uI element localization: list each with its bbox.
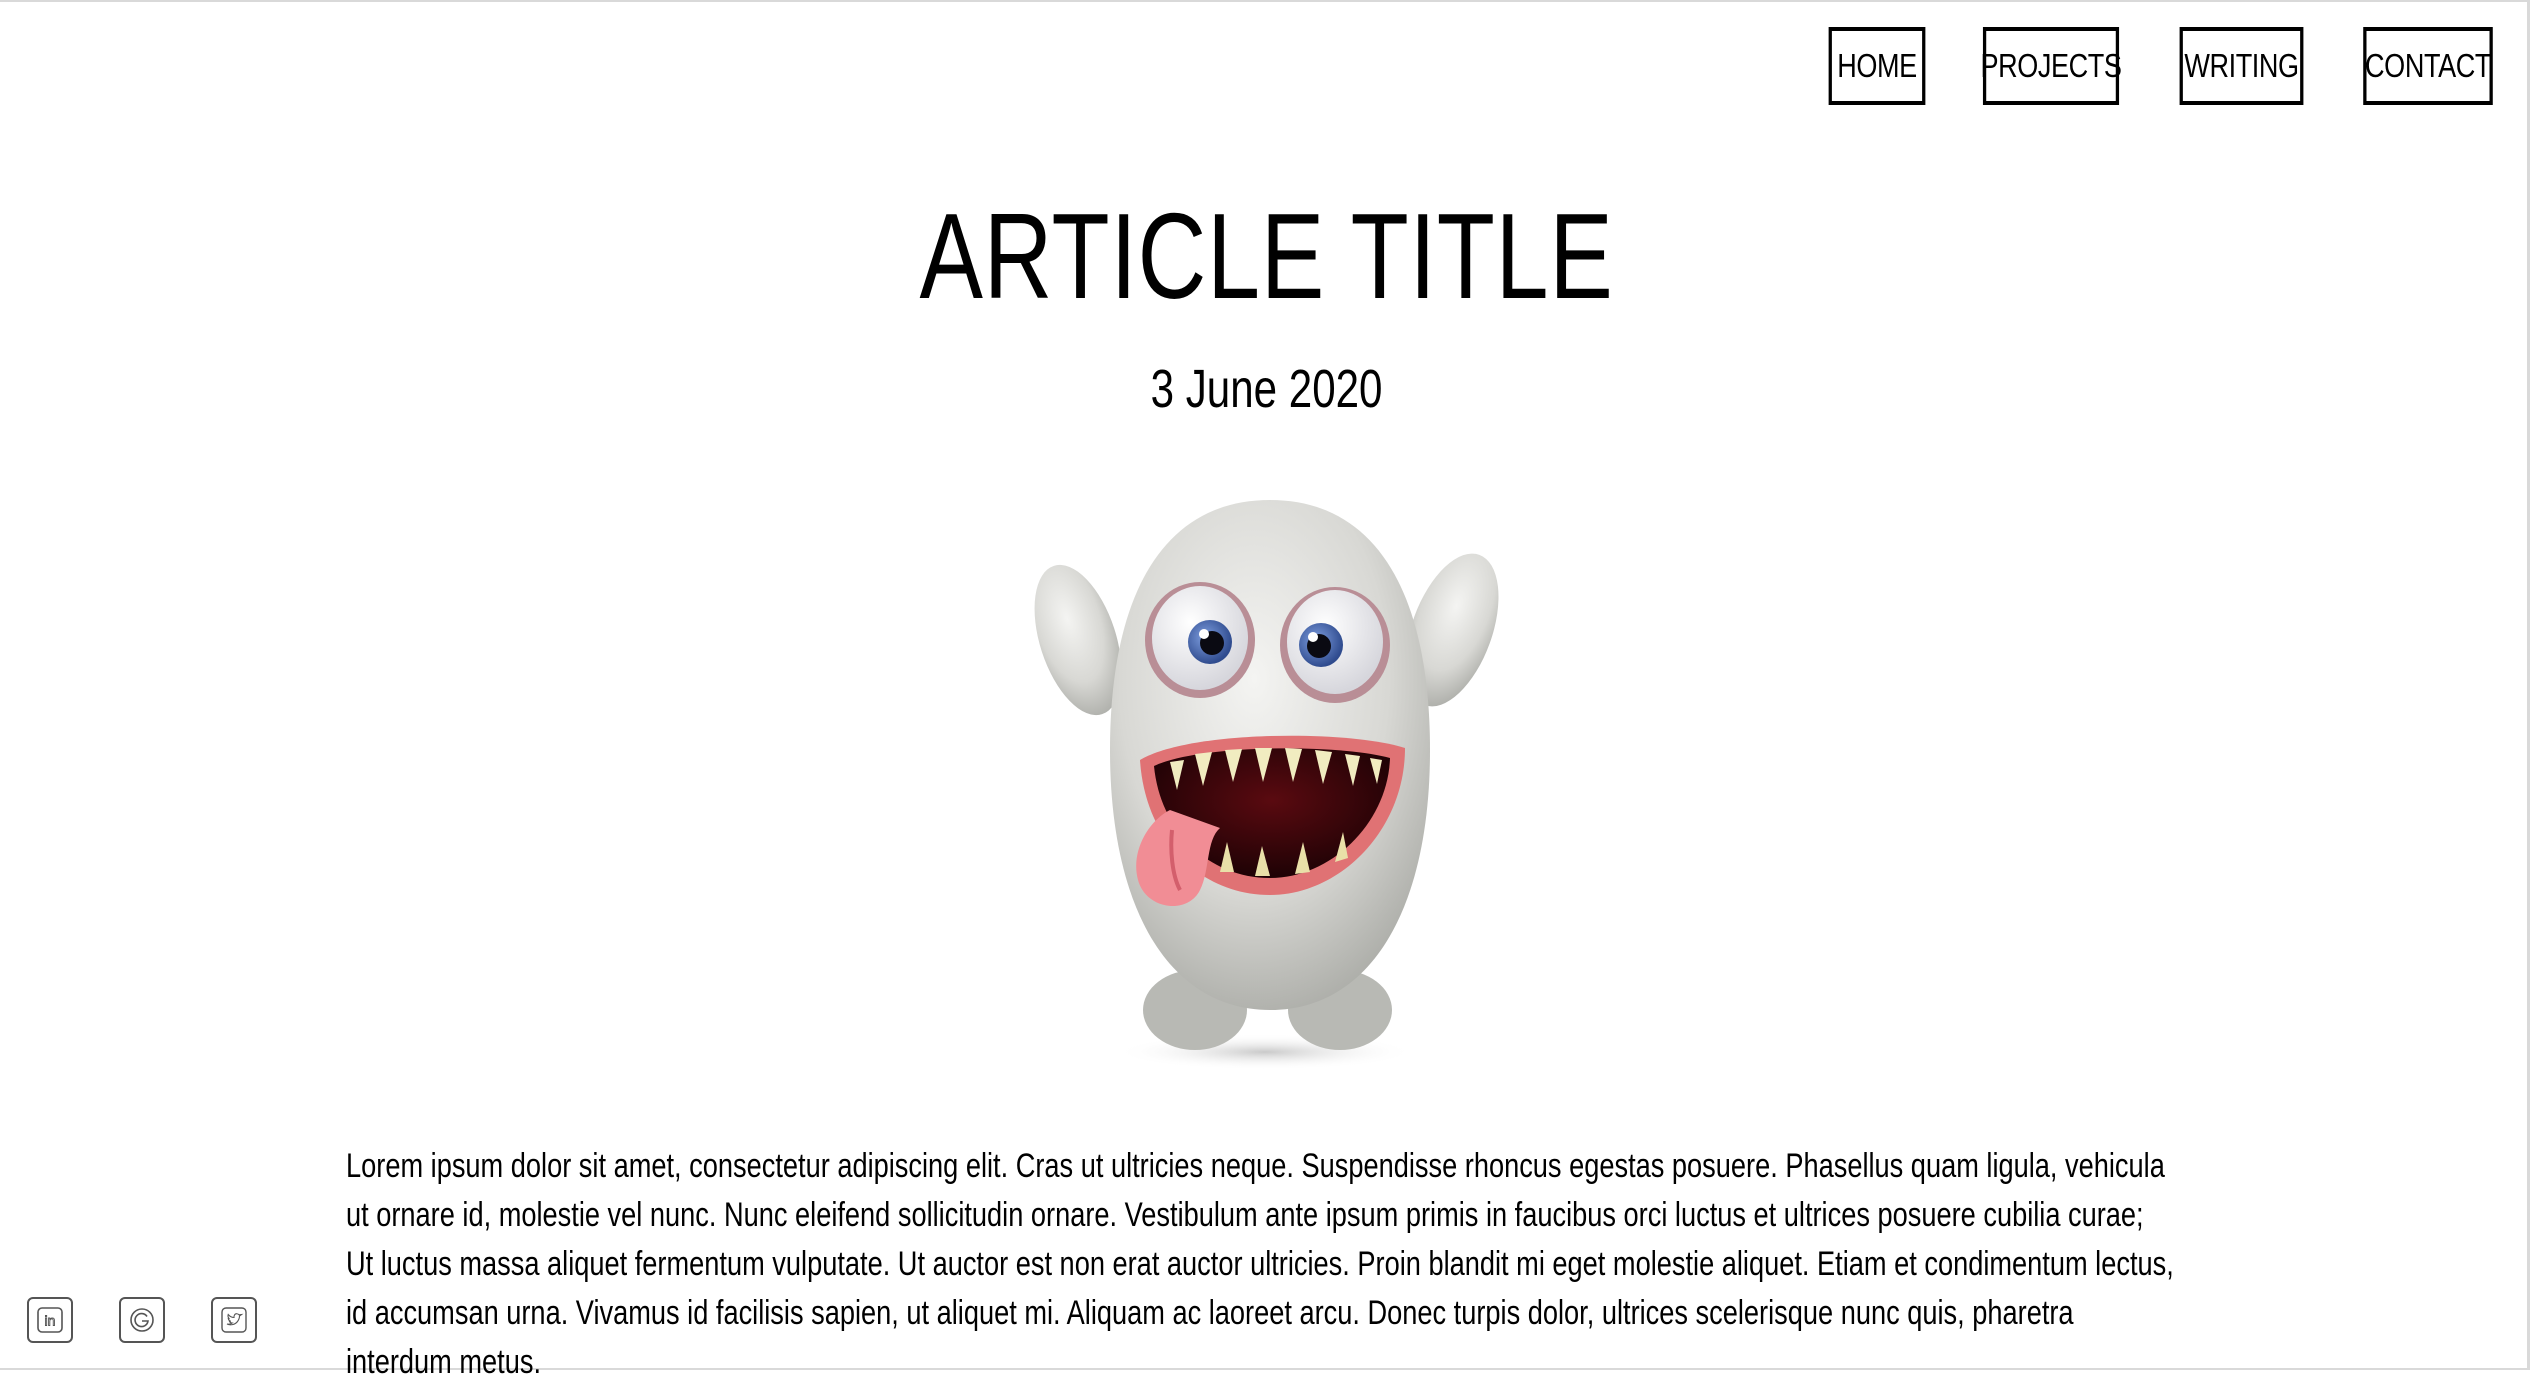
linkedin-icon[interactable]: in <box>27 1297 73 1343</box>
twitter-icon[interactable] <box>211 1297 257 1343</box>
furry-monster-illustration <box>1034 500 1499 1070</box>
nav-home-button[interactable]: HOME <box>1828 27 1926 105</box>
google-icon[interactable] <box>119 1297 165 1343</box>
top-navigation: HOME PROJECTS WRITING CONTACT <box>1818 27 2507 105</box>
social-links: in <box>27 1297 257 1343</box>
nav-writing-button[interactable]: WRITING <box>2179 27 2304 105</box>
article-body: Lorem ipsum dolor sit amet, consectetur … <box>346 1147 2174 1374</box>
nav-contact-button[interactable]: CONTACT <box>2363 27 2493 105</box>
nav-projects-button[interactable]: PROJECTS <box>1980 27 2122 105</box>
hero-image <box>1020 490 1520 1070</box>
article-date: 3 June 2020 <box>1150 359 1383 419</box>
svg-text:in: in <box>45 1313 56 1329</box>
article-title: ARTICLE TITLE <box>919 188 1614 324</box>
